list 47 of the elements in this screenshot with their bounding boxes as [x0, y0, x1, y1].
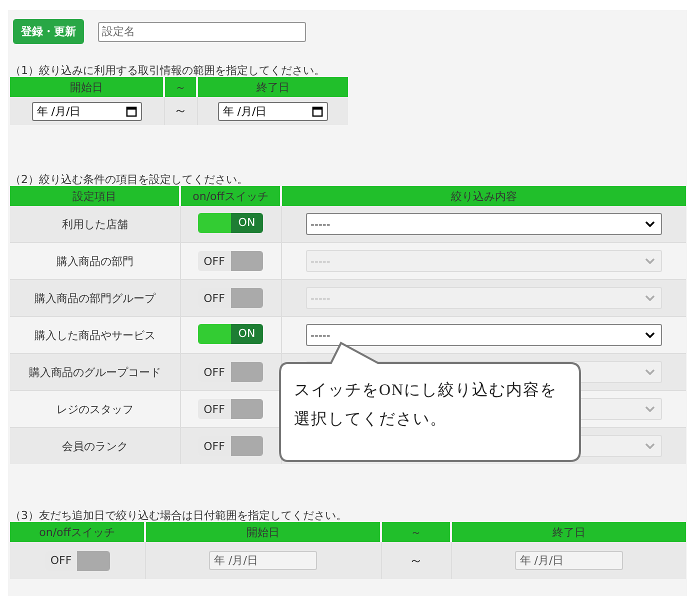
chevron-down-icon	[645, 258, 655, 264]
chevron-down-icon	[645, 295, 655, 301]
date-field[interactable]: 年 /月/日	[209, 551, 317, 570]
toggle-switch[interactable]: OFF	[198, 288, 263, 308]
column-header: 終了日	[197, 77, 348, 97]
condition-label: 利用した店舗	[10, 206, 180, 242]
date-field[interactable]: 年 /月/日	[218, 102, 328, 120]
chevron-down-icon	[645, 332, 655, 338]
setting-name-field[interactable]: 設定名	[98, 22, 306, 42]
range-separator: ～	[409, 554, 423, 568]
dropdown-select[interactable]: -----	[306, 324, 662, 346]
column-header: 開始日	[10, 77, 164, 97]
toggle-switch[interactable]: ON	[198, 324, 263, 344]
toggle-switch[interactable]: OFF	[198, 362, 263, 382]
column-header: on/offスイッチ	[180, 186, 281, 206]
condition-label: 会員のランク	[10, 428, 180, 464]
condition-label: 購入商品のグループコード	[10, 354, 180, 390]
date-field[interactable]: 年 /月/日	[514, 551, 623, 570]
toggle-switch[interactable]: OFF	[198, 399, 263, 419]
chevron-down-icon	[645, 443, 655, 449]
calendar-icon	[312, 106, 323, 116]
chevron-down-icon	[645, 369, 655, 375]
date-field[interactable]: 年 /月/日	[32, 102, 142, 120]
section-title: （3）友だち追加日で絞り込む場合は日付範囲を指定してください。	[10, 509, 348, 522]
toggle-switch[interactable]: OFF	[198, 436, 263, 456]
column-header: ～	[381, 522, 451, 542]
dropdown-select[interactable]: -----	[306, 213, 662, 235]
range-separator: ～	[174, 104, 188, 118]
column-header: ～	[164, 77, 197, 97]
column-header: 設定項目	[10, 186, 180, 206]
condition-label: レジのスタッフ	[10, 390, 180, 428]
toggle-switch[interactable]: ON	[198, 212, 263, 232]
column-header: 終了日	[451, 522, 686, 542]
calendar-icon	[126, 106, 137, 116]
condition-label: 購入商品の部門	[10, 242, 180, 280]
hint-tooltip: スイッチをONにし絞り込む内容を選択してください。	[278, 341, 584, 465]
section-title: （1）絞り込みに利用する取引情報の範囲を指定してください。	[10, 64, 326, 77]
condition-label: 購入商品の部門グループ	[10, 280, 180, 316]
column-header: 絞り込み内容	[281, 186, 686, 206]
toggle-switch[interactable]: OFF	[44, 550, 110, 570]
chevron-down-icon	[645, 221, 655, 227]
section-title: （2）絞り込む条件の項目を設定してください。	[10, 173, 249, 186]
column-header: 開始日	[145, 522, 381, 542]
toggle-switch[interactable]: OFF	[198, 251, 263, 271]
condition-label: 購入した商品やサービス	[10, 316, 180, 354]
chevron-down-icon	[645, 406, 655, 412]
column-header: on/offスイッチ	[10, 522, 145, 542]
